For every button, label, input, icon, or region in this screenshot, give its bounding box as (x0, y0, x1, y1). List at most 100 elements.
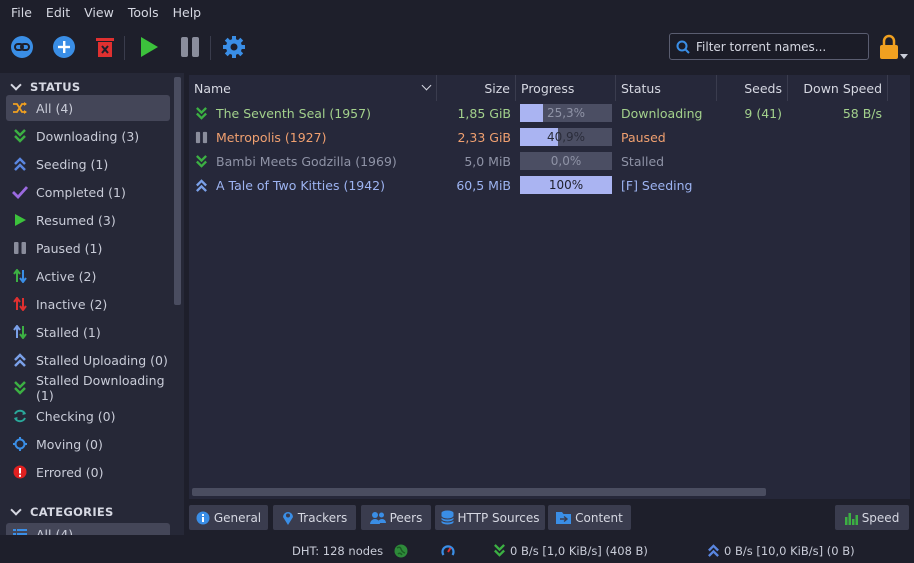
sidebar-item-stalled[interactable]: Stalled (1) (6, 319, 170, 345)
menu-tools[interactable]: Tools (121, 5, 166, 20)
sidebar-scrollbar[interactable] (174, 77, 181, 305)
column-header-size[interactable]: Size (437, 75, 516, 101)
sidebar-item-inactive[interactable]: Inactive (2) (6, 291, 170, 317)
upload-speed-status[interactable]: 0 B/s [10,0 KiB/s] (0 B) (707, 538, 855, 563)
stalled-arrows-icon (12, 324, 28, 340)
info-icon (196, 511, 210, 525)
progress-bar: 40,9% (520, 128, 612, 146)
chevron-down-icon (10, 504, 22, 516)
list-icon (12, 526, 28, 535)
torrent-down-speed (788, 173, 882, 197)
stalled-upload-icon (12, 352, 28, 368)
sidebar-item-resumed[interactable]: Resumed (3) (6, 207, 170, 233)
sidebar-item-stalled-downloading[interactable]: Stalled Downloading (1) (6, 373, 170, 403)
torrent-size: 60,5 MiB (456, 177, 511, 193)
sidebar-item-paused[interactable]: Paused (1) (6, 235, 170, 261)
toolbar-overflow-icon[interactable] (900, 54, 908, 59)
table-row[interactable]: A Tale of Two Kitties (1942) 60,5 MiB 100%… (189, 173, 910, 197)
transfer-list: Name Size Progress Status Seeds Down Spe… (189, 75, 910, 499)
sidebar-item-label: All (4) (36, 526, 74, 536)
tab-peers[interactable]: Peers (361, 505, 431, 530)
download-icon (12, 128, 28, 144)
lock-button[interactable] (879, 34, 899, 63)
database-icon (440, 510, 454, 525)
sidebar-item-label: Paused (1) (36, 240, 103, 256)
menu-edit[interactable]: Edit (39, 5, 77, 20)
torrent-name: Bambi Meets Godzilla (1969) (216, 153, 397, 169)
sidebar-item-moving[interactable]: Moving (0) (6, 431, 170, 457)
sort-chevron-icon (421, 80, 432, 91)
menu-help[interactable]: Help (166, 5, 209, 20)
search-field[interactable] (669, 33, 869, 60)
sidebar-item-active[interactable]: Active (2) (6, 263, 170, 289)
table-row[interactable]: The Seventh Seal (1957) 1,85 GiB 25,3% Down… (189, 101, 910, 125)
peers-icon (369, 511, 386, 524)
link-icon (11, 36, 33, 58)
tab-general[interactable]: General (189, 505, 268, 530)
folder-icon (556, 511, 572, 524)
torrent-status: [F] Seeding (621, 177, 693, 193)
menu-view[interactable]: View (77, 5, 121, 20)
sidebar-item-label: Stalled Uploading (0) (36, 352, 168, 368)
alt-speed-toggle[interactable] (441, 538, 455, 563)
sidebar-item-checking[interactable]: Checking (0) (6, 403, 170, 429)
sidebar-item-label: Inactive (2) (36, 296, 108, 312)
shuffle-icon (12, 100, 28, 116)
column-header-progress[interactable]: Progress (516, 75, 616, 101)
status-section-header[interactable]: STATUS (10, 78, 81, 96)
progress-text: 0,0% (550, 154, 582, 168)
speed-button[interactable]: Speed (835, 505, 909, 530)
status-header-label: STATUS (30, 80, 81, 94)
sidebar-item-seeding[interactable]: Seeding (1) (6, 151, 170, 177)
delete-button[interactable] (92, 34, 118, 60)
torrent-name: A Tale of Two Kitties (1942) (216, 177, 386, 193)
column-header-status[interactable]: Status (616, 75, 717, 101)
play-icon (141, 37, 158, 57)
column-header-name[interactable]: Name (189, 75, 437, 101)
sidebar-item-errored[interactable]: Errored (0) (6, 459, 170, 485)
add-link-button[interactable] (9, 34, 35, 60)
menu-file[interactable]: File (4, 5, 39, 20)
active-arrows-icon (12, 268, 28, 284)
torrent-status: Downloading (621, 105, 703, 121)
categories-header-label: CATEGORIES (30, 505, 114, 519)
torrent-size: 2,33 GiB (457, 129, 511, 145)
error-icon (12, 464, 28, 480)
table-row[interactable]: Metropolis (1927) 2,33 GiB 40,9% Paused (189, 125, 910, 149)
horizontal-scrollbar[interactable] (192, 488, 766, 496)
resume-button[interactable] (136, 34, 162, 60)
tab-trackers[interactable]: Trackers (273, 505, 356, 530)
sidebar-item-label: Stalled Downloading (1) (36, 373, 165, 403)
categories-section-header[interactable]: CATEGORIES (10, 503, 114, 521)
speedometer-icon (441, 544, 455, 556)
sidebar-item-stalled-uploading[interactable]: Stalled Uploading (0) (6, 347, 170, 373)
sidebar-item-label: Errored (0) (36, 464, 104, 480)
progress-text: 100% (548, 178, 584, 192)
download-speed-status[interactable]: 0 B/s [1,0 KiB/s] (408 B) (493, 538, 648, 563)
pause-button[interactable] (177, 34, 203, 60)
torrent-seeds (717, 125, 782, 149)
sidebar-item-category-all[interactable]: All (4) (6, 523, 170, 535)
connection-status-button[interactable] (394, 538, 408, 563)
pause-icon (12, 240, 28, 256)
search-icon (676, 40, 690, 54)
sidebar-item-downloading[interactable]: Downloading (3) (6, 123, 170, 149)
tab-content[interactable]: Content (548, 505, 631, 530)
search-input[interactable] (696, 39, 866, 54)
sidebar-item-completed[interactable]: Completed (1) (6, 179, 170, 205)
upload-icon (708, 544, 719, 557)
column-header-seeds[interactable]: Seeds (717, 75, 788, 101)
options-button[interactable] (221, 34, 247, 60)
moving-icon (12, 436, 28, 452)
table-row[interactable]: Bambi Meets Godzilla (1969) 5,0 MiB 0,0% St… (189, 149, 910, 173)
tab-http-sources[interactable]: HTTP Sources (435, 505, 545, 530)
chevron-down-icon (10, 79, 22, 91)
torrent-name: The Seventh Seal (1957) (216, 105, 371, 121)
stalled-download-icon (12, 380, 28, 396)
add-torrent-button[interactable] (51, 34, 77, 60)
torrent-size: 1,85 GiB (457, 105, 511, 121)
sidebar-item-all[interactable]: All (4) (6, 95, 170, 121)
column-header-down-speed[interactable]: Down Speed (788, 75, 888, 101)
sidebar-item-label: Checking (0) (36, 408, 116, 424)
menu-bar: File Edit View Tools Help (0, 0, 914, 24)
